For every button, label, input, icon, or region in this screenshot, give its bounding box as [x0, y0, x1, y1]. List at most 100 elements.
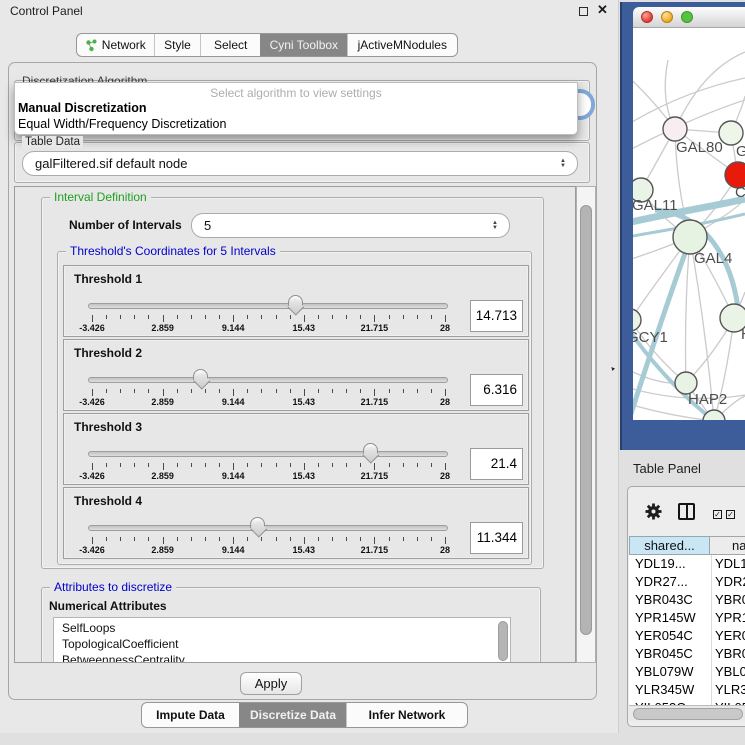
slider-tick — [332, 315, 333, 319]
settings-scrollbar[interactable] — [576, 186, 596, 663]
table-panel-title: Table Panel — [633, 461, 701, 476]
attribute-item-selfloops[interactable]: SelfLoops — [62, 621, 115, 635]
combo-stepper-icon: ▲▼ — [492, 221, 498, 231]
slider-tick — [134, 389, 135, 393]
slider-tick — [106, 537, 107, 541]
column-header-name[interactable]: name — [710, 536, 745, 555]
table-hscrollbar[interactable] — [629, 705, 745, 721]
table-row[interactable]: YBL079WYBL079W — [629, 663, 745, 681]
network-window-titlebar[interactable] — [633, 7, 745, 28]
numerical-attributes-heading: Numerical Attributes — [49, 599, 167, 613]
attribute-item-topologicalcoefficient[interactable]: TopologicalCoefficient — [62, 637, 179, 651]
slider-track[interactable] — [88, 377, 448, 383]
slider-tick — [219, 463, 220, 467]
tab-infer-network[interactable]: Infer Network — [346, 703, 467, 727]
threshold-value-field[interactable]: 11.344 — [470, 522, 523, 554]
table-row[interactable]: YDL19...YDL19 — [629, 555, 745, 573]
cell-shared-name: YPR145W — [635, 610, 696, 625]
slider-tick — [205, 389, 206, 393]
slider-tick — [445, 315, 446, 322]
tab-select[interactable]: Select — [200, 34, 260, 56]
table-row[interactable]: YBR043CYBR043C — [629, 591, 745, 609]
slider-tick — [219, 389, 220, 393]
tick-label: -3.426 — [79, 545, 105, 555]
slider-tick — [219, 537, 220, 541]
slider-tick — [389, 463, 390, 467]
float-window-icon[interactable] — [579, 7, 588, 16]
apply-button[interactable]: Apply — [240, 672, 302, 695]
slider-track[interactable] — [88, 303, 448, 309]
table-data-combo[interactable]: galFiltered.sif default node ▲▼ — [22, 151, 578, 176]
interval-definition-title: Interval Definition — [50, 190, 151, 204]
threshold-label: Threshold 2 — [74, 346, 142, 360]
tick-label: 9.144 — [222, 323, 245, 333]
slider-tick — [205, 537, 206, 541]
slider-thumb[interactable] — [363, 443, 378, 454]
checkbox-icon[interactable]: ✓ — [713, 510, 722, 519]
close-button[interactable] — [641, 11, 653, 23]
tab-impute-data[interactable]: Impute Data — [142, 703, 239, 727]
slider-track[interactable] — [88, 525, 448, 531]
slider-tick — [247, 537, 248, 541]
network-node[interactable] — [663, 117, 687, 141]
network-node[interactable] — [673, 220, 707, 254]
slider-tick — [163, 463, 164, 470]
tab-jactivemnodules[interactable]: jActiveMNodules — [347, 34, 457, 56]
checkbox-icon[interactable]: ✓ — [726, 510, 735, 519]
table-row[interactable]: YER054CYER054C — [629, 627, 745, 645]
tick-label: -3.426 — [79, 397, 105, 407]
threshold-value-field[interactable]: 21.4 — [470, 448, 523, 480]
gear-icon[interactable] — [644, 502, 663, 521]
number-of-intervals-label: Number of Intervals — [69, 218, 182, 232]
slider-tick — [403, 537, 404, 541]
slider-tick — [163, 537, 164, 544]
tab-discretize-data[interactable]: Discretize Data — [239, 703, 346, 727]
slider-tick — [374, 537, 375, 544]
slider-tick — [120, 463, 121, 467]
settings-scrollbar-thumb[interactable] — [580, 205, 592, 635]
numerical-attributes-list[interactable]: SelfLoops TopologicalCoefficient Betweenne… — [53, 617, 511, 663]
tick-label: 21.715 — [361, 323, 389, 333]
slider-track[interactable] — [88, 451, 448, 457]
minimize-button[interactable] — [661, 11, 673, 23]
zoom-button[interactable] — [681, 11, 693, 23]
slider-tick — [431, 315, 432, 319]
columns-icon[interactable] — [678, 503, 695, 520]
threshold-value-field[interactable]: 14.713 — [470, 300, 523, 332]
slider-tick — [389, 537, 390, 541]
slider-tick — [304, 315, 305, 322]
slider-tick — [346, 463, 347, 467]
node-label: H — [741, 326, 745, 343]
slider-thumb[interactable] — [250, 517, 265, 528]
number-of-intervals-combo[interactable]: 5 ▲▼ — [191, 213, 510, 238]
column-header-shared[interactable]: shared... — [629, 536, 710, 555]
table-row[interactable]: YPR145WYPR145W — [629, 609, 745, 627]
tab-network[interactable]: Network — [77, 34, 154, 56]
table-row[interactable]: YDR27...YDR27 — [629, 573, 745, 591]
table-data-title: Table Data — [22, 136, 83, 148]
tab-style[interactable]: Style — [154, 34, 201, 56]
close-icon[interactable]: ✕ — [597, 2, 608, 18]
table-row[interactable]: YLR345WYLR345W — [629, 681, 745, 699]
table-row[interactable]: YBR045CYBR045C — [629, 645, 745, 663]
tick-label: 9.144 — [222, 471, 245, 481]
network-node[interactable] — [719, 121, 743, 145]
tick-label: 9.144 — [222, 545, 245, 555]
slider-tick — [191, 389, 192, 393]
network-edge — [686, 237, 691, 383]
slider-tick — [148, 389, 149, 393]
network-canvas[interactable]: GAL80GACGAL11GAL4GCY1HHAP2 — [633, 28, 745, 420]
tab-cyni-toolbox[interactable]: Cyni Toolbox — [260, 34, 347, 56]
list-scrollbar-thumb[interactable] — [498, 621, 508, 661]
slider-thumb[interactable] — [193, 369, 208, 380]
network-node[interactable] — [633, 309, 641, 331]
threshold-value-field[interactable]: 6.316 — [470, 374, 523, 406]
slider-tick — [276, 389, 277, 393]
slider-tick — [318, 537, 319, 541]
popup-item-equal-width-frequency-discretization[interactable]: Equal Width/Frequency Discretization — [18, 117, 226, 131]
slider-tick — [346, 389, 347, 393]
slider-thumb[interactable] — [288, 295, 303, 306]
popup-item-manual-discretization[interactable]: Manual Discretization — [18, 101, 147, 115]
table-hscrollbar-thumb[interactable] — [633, 708, 743, 720]
attribute-item-betweennesscentrality[interactable]: BetweennessCentrality — [62, 653, 185, 663]
